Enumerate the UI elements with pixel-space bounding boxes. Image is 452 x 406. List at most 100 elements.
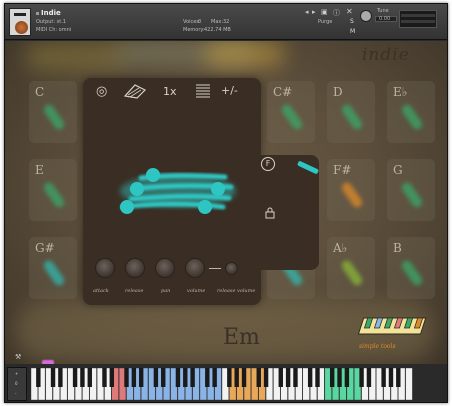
octave-up-label[interactable]: +: [15, 371, 18, 376]
black-key[interactable]: [293, 368, 298, 387]
solo-button[interactable]: S: [350, 18, 354, 25]
camera-icon[interactable]: ▣: [321, 8, 328, 16]
key-tile[interactable]: D: [327, 81, 375, 143]
black-key[interactable]: [175, 368, 181, 387]
lock-icon[interactable]: [265, 207, 275, 222]
key-tile[interactable]: E♭: [387, 81, 435, 143]
black-key[interactable]: [315, 368, 320, 387]
target-icon[interactable]: ◎: [96, 84, 107, 99]
black-key[interactable]: [241, 368, 247, 387]
black-key[interactable]: [102, 368, 107, 387]
key-tile-label: F#: [333, 163, 352, 177]
circle-f-button[interactable]: F: [261, 157, 275, 171]
black-key[interactable]: [58, 368, 63, 387]
midi-channel-label[interactable]: MIDI Ch: omni: [36, 27, 71, 33]
knob-label: pan: [161, 288, 171, 294]
piano-keyboard[interactable]: [31, 368, 413, 400]
tune-label: Tune: [377, 8, 389, 14]
instrument-title[interactable]: Indie: [41, 9, 61, 17]
black-key[interactable]: [366, 368, 372, 387]
black-key[interactable]: [212, 368, 217, 387]
level-meter-left: [401, 14, 435, 17]
black-key[interactable]: [329, 368, 335, 387]
eraser-icon[interactable]: [123, 82, 147, 104]
indie-logo: indie: [362, 45, 410, 65]
black-key[interactable]: [234, 368, 239, 387]
black-key[interactable]: [190, 368, 195, 387]
black-key[interactable]: [138, 368, 144, 387]
key-tile[interactable]: F#: [327, 159, 375, 221]
black-key[interactable]: [36, 368, 41, 387]
knob[interactable]: [155, 258, 175, 278]
key-tile[interactable]: B: [387, 237, 435, 299]
black-key[interactable]: [285, 368, 291, 387]
instrument-header: Indie Output: st.1 MIDI Ch: omni Voices:…: [5, 4, 447, 40]
key-tile[interactable]: C#: [267, 81, 315, 143]
black-key[interactable]: [278, 368, 283, 387]
tune-knob[interactable]: [360, 10, 372, 22]
chord-label: Em: [223, 325, 260, 350]
haze-glow: [25, 43, 125, 71]
knob[interactable]: [185, 258, 205, 278]
black-key[interactable]: [388, 368, 394, 387]
black-key[interactable]: [381, 368, 386, 387]
black-key[interactable]: [337, 368, 342, 387]
keyboard-side-control[interactable]: + 0 -: [7, 367, 27, 401]
white-key[interactable]: [405, 368, 413, 400]
key-tile[interactable]: G#: [29, 237, 77, 299]
brand-name: simple tools: [359, 343, 396, 350]
knob-link-line: [209, 268, 221, 269]
voices-value: 0: [198, 19, 202, 25]
black-key[interactable]: [161, 368, 166, 387]
purge-button[interactable]: Purge: [318, 19, 332, 25]
key-tile-label: C: [35, 85, 45, 99]
black-key[interactable]: [109, 368, 115, 387]
black-key[interactable]: [131, 368, 137, 387]
octave-down-label[interactable]: -: [15, 391, 16, 396]
max-voices-value[interactable]: 32: [223, 19, 229, 25]
black-key[interactable]: [87, 368, 92, 387]
black-key[interactable]: [124, 368, 129, 387]
lines-icon[interactable]: [195, 83, 211, 103]
knob[interactable]: [95, 258, 115, 278]
cyan-slider[interactable]: [296, 160, 320, 175]
black-key[interactable]: [80, 368, 85, 387]
black-key[interactable]: [205, 368, 210, 387]
black-key[interactable]: [72, 368, 78, 387]
black-key[interactable]: [153, 368, 159, 387]
octave-button[interactable]: 1x: [163, 85, 177, 98]
wrench-icon[interactable]: ⚒: [15, 353, 21, 361]
black-key[interactable]: [183, 368, 188, 387]
chord-scribble-display[interactable]: [113, 163, 243, 223]
black-key[interactable]: [359, 368, 364, 387]
instrument-logo[interactable]: [9, 8, 31, 36]
black-key[interactable]: [50, 368, 56, 387]
knob[interactable]: [125, 258, 145, 278]
mute-button[interactable]: M: [350, 28, 355, 35]
close-icon[interactable]: ✕: [346, 7, 353, 16]
output-label[interactable]: Output: st.1: [36, 19, 66, 25]
transpose-button[interactable]: +/-: [221, 84, 238, 97]
black-key[interactable]: [263, 368, 269, 387]
memory-label: Memory:: [183, 27, 205, 33]
black-key[interactable]: [396, 368, 401, 387]
black-key[interactable]: [344, 368, 350, 387]
black-key[interactable]: [307, 368, 313, 387]
max-voices-label: Max:: [211, 19, 224, 25]
next-icon[interactable]: ▸: [312, 8, 316, 16]
key-tile[interactable]: A♭: [327, 237, 375, 299]
key-tile-smudge: [399, 102, 425, 132]
knob[interactable]: [225, 262, 238, 275]
key-tile[interactable]: E: [29, 159, 77, 221]
key-tile[interactable]: C: [29, 81, 77, 143]
key-tile-label: C#: [273, 85, 293, 99]
expand-arrow-icon[interactable]: [36, 12, 39, 15]
black-key[interactable]: [227, 368, 232, 387]
black-key[interactable]: [256, 368, 261, 387]
key-tile[interactable]: G: [387, 159, 435, 221]
key-tile-smudge: [279, 102, 305, 132]
previous-icon[interactable]: ◂: [305, 8, 309, 16]
info-icon[interactable]: ⓘ: [333, 8, 340, 18]
key-tile-label: E: [35, 163, 44, 177]
key-tile-smudge: [339, 102, 365, 132]
